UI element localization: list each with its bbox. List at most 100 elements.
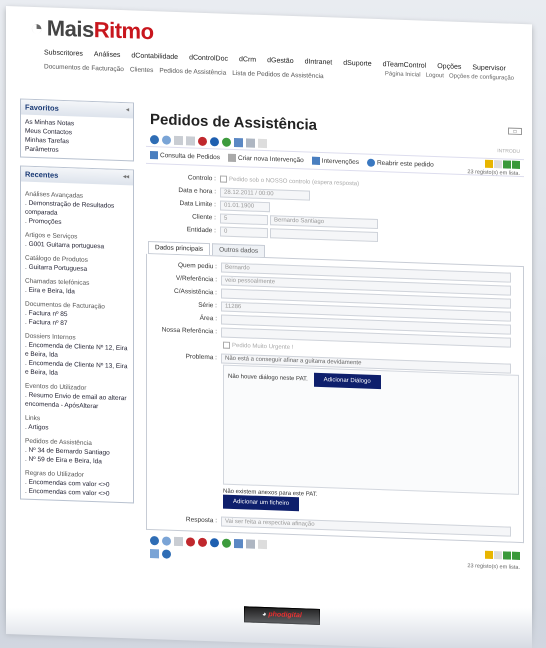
nav-item[interactable]: dControlDoc <box>189 54 228 62</box>
prev-page-icon[interactable] <box>494 551 502 560</box>
entidade-field[interactable]: 0 <box>220 225 268 238</box>
last-page-icon[interactable] <box>512 551 520 560</box>
recent-group: Análises Avançadas . Demonstração de Res… <box>25 190 129 230</box>
nossa-referencia-label: Nossa Referência : <box>161 326 217 336</box>
area-label: Área : <box>199 314 217 323</box>
reopen-action[interactable]: Reabrir este pedido <box>366 158 434 169</box>
favorites-panel: Favoritos ◂ As Minhas Notas Meus Contact… <box>20 98 134 162</box>
nav-item[interactable]: dCrm <box>239 56 256 64</box>
last-page-icon[interactable] <box>512 160 520 169</box>
tab-dados-principais[interactable]: Dados principais <box>148 240 211 256</box>
pager-bottom: 23 registo(s) em lista. <box>467 545 520 571</box>
new-intervention-action[interactable]: Criar nova Intervenção <box>228 153 304 165</box>
recent-link[interactable]: . Encomenda de Cliente Nº 13, Eira e Bei… <box>25 359 129 381</box>
cliente-field[interactable]: 5 <box>220 212 268 225</box>
record-count: 23 registo(s) em lista. <box>467 169 520 177</box>
info-icon[interactable] <box>210 538 219 548</box>
edit-icon[interactable] <box>258 138 267 148</box>
v-referencia-label: V/Referência : <box>175 274 217 284</box>
tab-outros-dados[interactable]: Outros dados <box>212 243 266 258</box>
controlo-value: Pedido sob o NOSSO controlo (espera resp… <box>229 176 360 187</box>
nav-item[interactable]: Supervisor <box>472 64 505 72</box>
settings-link[interactable]: Opções de configuração <box>449 73 514 81</box>
breadcrumb-item[interactable]: Pedidos de Assistência <box>159 67 226 76</box>
urgent-checkbox[interactable] <box>223 341 230 349</box>
prev-page-icon[interactable] <box>494 160 502 169</box>
brand-left: Mais <box>46 15 94 43</box>
data-limite-field[interactable]: 01.01.1900 <box>220 199 270 212</box>
data-hora-label: Data e hora : <box>178 187 216 196</box>
add-file-button[interactable]: Adicionar um ficheiro <box>223 494 300 512</box>
top-links: Página Inicial Logout Opções de configuraç… <box>380 71 514 82</box>
search-icon[interactable] <box>162 134 171 145</box>
nav-item[interactable]: Subscritores <box>44 49 83 57</box>
attach-icon[interactable] <box>246 539 255 549</box>
list-requests-action[interactable]: Consulta de Pedidos <box>150 151 220 161</box>
export-icon[interactable] <box>150 549 159 559</box>
new-icon[interactable] <box>174 135 183 145</box>
refresh-icon[interactable] <box>150 536 159 546</box>
nav-item[interactable]: dIntranet <box>305 58 333 66</box>
attach-icon[interactable] <box>246 137 255 148</box>
settings-icon[interactable] <box>222 538 231 548</box>
nav-item[interactable]: Análises <box>94 51 120 59</box>
nav-item[interactable]: Opções <box>437 63 461 71</box>
cancel-icon[interactable] <box>198 537 207 548</box>
first-page-icon[interactable] <box>485 159 493 169</box>
recent-link[interactable]: . Resumo Envio de email ao alterar encom… <box>25 391 129 413</box>
brand-logo[interactable]: ◔ MaisRitmo <box>30 15 154 45</box>
collapse-icon[interactable]: ◂◂ <box>123 173 129 182</box>
introducao-label: INTRODU <box>497 148 520 155</box>
data-limite-label: Data Limite : <box>179 200 217 209</box>
recent-group: Artigos e Serviços . G001 Guitarra portu… <box>25 231 129 253</box>
entidade-name-field[interactable] <box>270 227 378 242</box>
recent-title: Recentes <box>25 169 59 180</box>
refresh-icon[interactable] <box>150 134 159 144</box>
logout-link[interactable]: Logout <box>426 73 444 80</box>
nav-item[interactable]: dGestão <box>267 57 293 65</box>
delete-icon[interactable] <box>198 136 207 146</box>
print-icon[interactable] <box>234 538 243 549</box>
screen: ◔ MaisRitmo Subscritores Análises dContabil… <box>0 0 546 648</box>
list-icon <box>150 151 158 160</box>
app-window: ◔ MaisRitmo Subscritores Análises dContabil… <box>6 6 532 648</box>
nav-item[interactable]: dSuporte <box>343 60 371 68</box>
nav-item[interactable]: dTeamControl <box>383 61 427 70</box>
dialog-area: Não houve diálogo neste PAT. Adicionar D… <box>223 364 519 495</box>
interventions-icon <box>311 156 320 165</box>
first-page-icon[interactable] <box>485 550 493 560</box>
reopen-icon <box>366 158 375 167</box>
new-doc-icon <box>228 153 236 163</box>
copy-icon[interactable] <box>186 135 195 146</box>
controlo-label: Controlo : <box>187 174 216 183</box>
home-link[interactable]: Página Inicial <box>385 71 421 78</box>
breadcrumb-item[interactable]: Lista de Pedidos de Assistência <box>232 70 323 80</box>
serie-label: Série : <box>198 301 217 310</box>
interventions-action[interactable]: Intervenções <box>311 156 359 167</box>
pager: 23 registo(s) em lista. <box>467 159 520 177</box>
new-icon[interactable] <box>174 536 183 547</box>
controlo-checkbox[interactable] <box>220 175 227 183</box>
recent-group: Regras do Utilizador . Encomendas com va… <box>25 469 129 500</box>
logo-mark-icon: ◔ <box>30 14 43 41</box>
breadcrumb-item[interactable]: Documentos de Facturação <box>44 63 124 73</box>
add-dialog-button[interactable]: Adicionar Diálogo <box>313 372 381 390</box>
next-page-icon[interactable] <box>503 551 511 560</box>
collapse-icon[interactable]: ◂ <box>126 106 129 115</box>
breadcrumb-item[interactable]: Clientes <box>130 66 153 74</box>
settings-icon[interactable] <box>222 137 231 147</box>
delete-icon[interactable] <box>186 537 195 547</box>
print-icon[interactable] <box>234 137 243 147</box>
c-assistencia-label: C/Assistência : <box>174 287 217 297</box>
info-icon[interactable] <box>210 136 219 146</box>
reflection <box>0 608 546 648</box>
main-content: ▭ Pedidos de Assistência INTRODU Consult… <box>146 111 524 573</box>
edit-icon[interactable] <box>258 539 267 550</box>
help-icon[interactable] <box>162 549 171 559</box>
recent-group: Links . Artigos <box>25 414 129 436</box>
breadcrumb: Documentos de Facturação Clientes Pedidos … <box>44 63 330 80</box>
window-toggle-icon[interactable]: ▭ <box>508 127 522 136</box>
next-page-icon[interactable] <box>503 160 511 169</box>
search-icon[interactable] <box>162 536 171 546</box>
nav-item[interactable]: dContabilidade <box>131 52 178 61</box>
